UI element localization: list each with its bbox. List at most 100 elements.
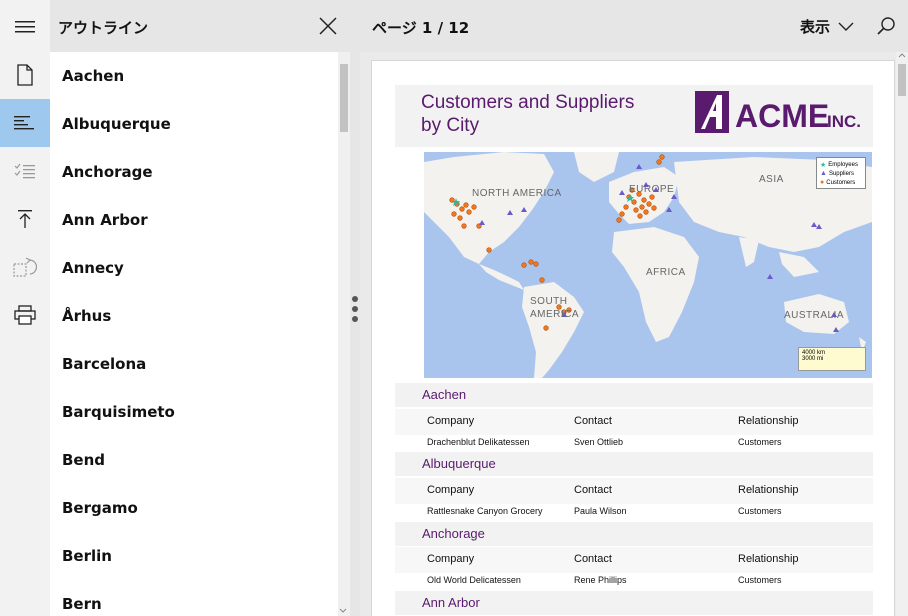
pdf-viewer-app: アウトライン Aachen Albuquerque Anchorage Ann … xyxy=(0,0,908,616)
cell-relationship: Customers xyxy=(738,575,782,585)
star-icon: ★ xyxy=(820,161,827,169)
acme-logo: ACME INC. xyxy=(695,91,861,134)
outline-item-albuquerque[interactable]: Albuquerque xyxy=(50,100,338,148)
hamburger-icon xyxy=(15,21,35,33)
outline-item-bergamo[interactable]: Bergamo xyxy=(50,484,338,532)
map-label-south-america: SOUTH AMERICA xyxy=(530,296,580,320)
map-label-australia: AUSTRALIA xyxy=(784,310,845,321)
cell-contact: Rene Phillips xyxy=(574,575,627,585)
outline-item-ann-arbor[interactable]: Ann Arbor xyxy=(50,196,338,244)
view-menu-button[interactable]: 表示 xyxy=(800,16,854,37)
outline-header: アウトライン xyxy=(50,0,350,52)
outline-item-bern[interactable]: Bern xyxy=(50,580,338,616)
map-legend: ★ Employees ▲ Suppliers ● Customers xyxy=(816,157,866,189)
outline-item-aachen[interactable]: Aachen xyxy=(50,52,338,100)
section-city: Ann Arbor xyxy=(422,595,480,610)
print-button[interactable] xyxy=(0,291,50,339)
section-city: Aachen xyxy=(422,387,467,402)
section-city: Anchorage xyxy=(422,526,485,541)
page-area: Customers and Suppliers by City ACME INC… xyxy=(360,52,908,616)
col-relationship: Relationship xyxy=(738,415,799,427)
world-map: NORTH AMERICA EUROPE ASIA AFRICA SOUTH A… xyxy=(424,152,872,378)
outline-icon xyxy=(14,116,34,130)
outline-scroll-thumb[interactable] xyxy=(340,64,348,132)
close-icon[interactable] xyxy=(317,15,339,37)
report-title-line1: Customers and Suppliers xyxy=(421,92,635,113)
section-header-anchorage: Anchorage xyxy=(395,522,873,546)
col-company: Company xyxy=(427,553,475,565)
outline-item-barquisimeto[interactable]: Barquisimeto xyxy=(50,388,338,436)
scale-mi: 3000 mi xyxy=(802,356,824,362)
view-menu-label: 表示 xyxy=(800,18,831,36)
export-button[interactable] xyxy=(0,195,50,243)
rotate-icon xyxy=(13,257,37,277)
report-title: Customers and Suppliers by City xyxy=(421,91,671,137)
outline-item-annecy[interactable]: Annecy xyxy=(50,244,338,292)
section-header-aachen: Aachen xyxy=(395,383,873,407)
annotations-button[interactable] xyxy=(0,147,50,195)
outline-scrollbar[interactable] xyxy=(338,52,350,616)
cell-contact: Sven Ottlieb xyxy=(574,437,624,447)
viewer-scroll-thumb[interactable] xyxy=(898,64,906,96)
cell-contact: Paula Wilson xyxy=(574,506,627,516)
outline-list: Aachen Albuquerque Anchorage Ann Arbor A… xyxy=(50,52,338,616)
panel-splitter[interactable] xyxy=(350,0,360,616)
tool-rail xyxy=(0,0,50,616)
outline-title: アウトライン xyxy=(58,19,149,37)
menu-button[interactable] xyxy=(0,3,50,51)
cell-relationship: Customers xyxy=(738,506,782,516)
logo-suffix: INC. xyxy=(827,112,861,131)
section-header-albuquerque: Albuquerque xyxy=(395,452,873,476)
col-company: Company xyxy=(427,484,475,496)
map-label-europe: EUROPE xyxy=(629,184,675,195)
section-city: Albuquerque xyxy=(422,456,496,471)
outline-button[interactable] xyxy=(0,99,50,147)
print-icon xyxy=(14,305,36,325)
scroll-down-icon[interactable] xyxy=(339,608,347,614)
logo-text: ACME xyxy=(735,98,829,134)
checklist-icon xyxy=(14,163,35,179)
map-scale: 4000 km 3000 mi xyxy=(798,347,866,371)
cell-company: Rattlesnake Canyon Grocery xyxy=(427,506,543,516)
grip-dot xyxy=(352,296,358,302)
rotate-button[interactable] xyxy=(0,243,50,291)
scroll-up-icon[interactable] xyxy=(898,52,906,58)
col-relationship: Relationship xyxy=(738,553,799,565)
report-title-line2: by City xyxy=(421,115,480,136)
circle-icon: ● xyxy=(820,179,825,186)
outline-item-arhus[interactable]: Århus xyxy=(50,292,338,340)
outline-item-barcelona[interactable]: Barcelona xyxy=(50,340,338,388)
search-icon[interactable] xyxy=(876,16,896,36)
map-label-north-america: NORTH AMERICA xyxy=(472,188,562,199)
map-label-asia: ASIA xyxy=(759,174,784,185)
outline-item-anchorage[interactable]: Anchorage xyxy=(50,148,338,196)
legend-employees: ★ Employees xyxy=(820,161,858,169)
outline-item-berlin[interactable]: Berlin xyxy=(50,532,338,580)
report-page: Customers and Suppliers by City ACME INC… xyxy=(371,60,895,616)
legend-suppliers: ▲ Suppliers xyxy=(820,170,854,177)
col-contact: Contact xyxy=(574,415,612,427)
document-viewer: ページ 1 / 12 表示 Customers and Suppliers by… xyxy=(360,0,908,616)
page-indicator: ページ 1 / 12 xyxy=(372,19,470,37)
outline-item-bend[interactable]: Bend xyxy=(50,436,338,484)
col-company: Company xyxy=(427,415,475,427)
report-header: Customers and Suppliers by City ACME INC… xyxy=(395,85,873,147)
triangle-icon: ▲ xyxy=(820,170,827,177)
cell-company: Drachenblut Delikatessen xyxy=(427,437,530,447)
outline-panel: アウトライン Aachen Albuquerque Anchorage Ann … xyxy=(50,0,350,616)
map-label-africa: AFRICA xyxy=(646,267,686,278)
col-contact: Contact xyxy=(574,553,612,565)
grip-dot xyxy=(352,306,358,312)
section-header-ann-arbor: Ann Arbor xyxy=(395,591,873,615)
thumbnails-button[interactable] xyxy=(0,51,50,99)
legend-customers: ● Customers xyxy=(820,179,856,186)
cell-relationship: Customers xyxy=(738,437,782,447)
col-relationship: Relationship xyxy=(738,484,799,496)
chevron-down-icon xyxy=(838,22,854,31)
viewer-scrollbar[interactable] xyxy=(896,52,908,616)
cell-company: Old World Delicatessen xyxy=(427,575,521,585)
viewer-toolbar: ページ 1 / 12 表示 xyxy=(360,0,908,52)
document-icon xyxy=(17,64,33,86)
export-icon xyxy=(18,210,32,228)
grip-dot xyxy=(352,316,358,322)
